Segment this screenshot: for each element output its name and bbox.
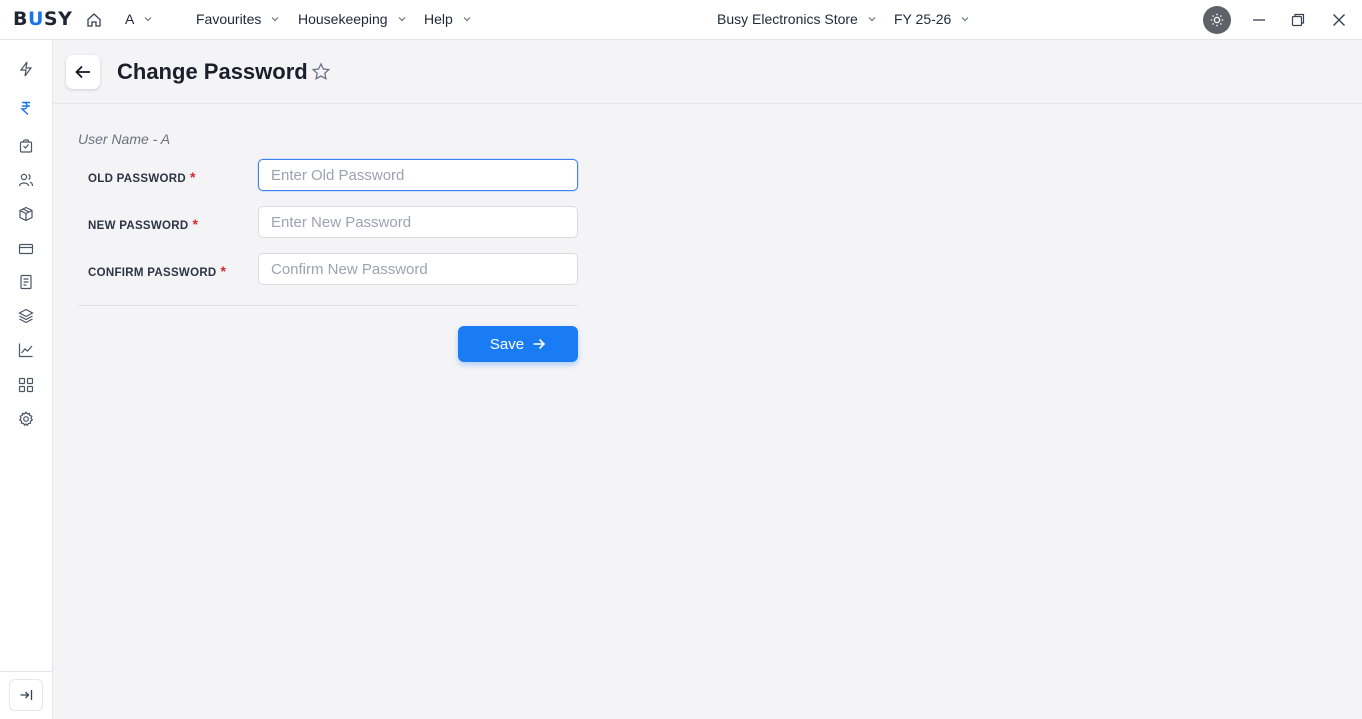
document-icon (20, 274, 32, 290)
chevron-down-icon (271, 17, 279, 22)
back-button[interactable] (66, 55, 100, 89)
chevron-down-icon (868, 17, 876, 22)
menu-help-label: Help (424, 11, 453, 27)
chevron-down-icon (144, 17, 152, 22)
chevron-down-icon (463, 17, 471, 22)
menu-help[interactable]: Help (424, 11, 471, 27)
page-header: Change Password (53, 40, 1362, 104)
shopping-bag-icon (19, 139, 33, 153)
favourite-star-icon[interactable] (311, 62, 331, 82)
company-name: Busy Electronics Store (717, 11, 858, 27)
page-title: Change Password (117, 59, 308, 84)
old-password-label: OLD PASSWORD * (88, 169, 196, 185)
save-button[interactable]: Save (458, 326, 578, 362)
user-name-label: User Name - A (78, 131, 171, 147)
menu-favourites-label: Favourites (196, 11, 262, 27)
user-menu[interactable]: A (125, 11, 152, 27)
card-icon (18, 243, 34, 255)
title-bar: BUSY A Favourites Housekeeping Help Busy… (0, 0, 1362, 40)
menu-housekeeping-label: Housekeeping (298, 11, 388, 27)
confirm-password-label: CONFIRM PASSWORD * (88, 263, 226, 279)
box-icon (19, 206, 33, 222)
arrow-left-icon (75, 65, 90, 79)
required-mark: * (192, 216, 199, 232)
menu-favourites[interactable]: Favourites (196, 11, 279, 27)
sidebar-item-accounts[interactable] (17, 99, 35, 117)
required-mark: * (189, 169, 196, 185)
expand-sidebar-icon (20, 690, 33, 700)
fiscal-year-selector[interactable]: FY 25-26 (894, 11, 969, 27)
users-icon (18, 173, 34, 187)
settings-icon (18, 411, 34, 427)
restore-icon (1291, 13, 1305, 27)
sidebar-collapse-button[interactable] (9, 679, 43, 711)
save-button-label: Save (489, 335, 525, 353)
chart-line-icon (18, 343, 33, 358)
confirm-password-input[interactable] (258, 253, 578, 285)
rupee-icon (20, 101, 30, 116)
sidebar-divider (0, 671, 53, 672)
sidebar-item-purchase[interactable] (17, 137, 35, 155)
sidebar-item-reports[interactable] (17, 273, 35, 291)
required-mark: * (220, 263, 227, 279)
menu-housekeeping[interactable]: Housekeeping (298, 11, 406, 27)
sidebar-item-quick-actions[interactable] (17, 60, 35, 78)
sidebar (0, 40, 53, 719)
sidebar-item-masters[interactable] (17, 307, 35, 325)
new-password-label-text: NEW PASSWORD (88, 220, 189, 232)
user-menu-label: A (125, 11, 135, 27)
sidebar-item-inventory[interactable] (17, 205, 35, 223)
close-button[interactable] (1329, 10, 1349, 30)
old-password-label-text: OLD PASSWORD (88, 173, 186, 185)
sidebar-item-payments[interactable] (17, 240, 35, 258)
restore-button[interactable] (1288, 10, 1308, 30)
close-icon (1333, 14, 1345, 26)
layers-icon (18, 308, 34, 324)
chevron-down-icon (398, 17, 405, 22)
bolt-icon (19, 61, 33, 77)
minimize-icon (1253, 19, 1265, 21)
busy-logo: BUSY (13, 8, 73, 30)
sidebar-item-settings[interactable] (17, 410, 35, 428)
sidebar-item-parties[interactable] (17, 171, 35, 189)
home-icon[interactable] (86, 12, 102, 28)
theme-toggle-button[interactable] (1203, 6, 1231, 34)
chevron-down-icon (961, 17, 969, 22)
sidebar-item-apps[interactable] (17, 376, 35, 394)
arrow-right-icon (533, 338, 546, 350)
confirm-password-label-text: CONFIRM PASSWORD (88, 267, 217, 279)
minimize-button[interactable] (1249, 10, 1269, 30)
grid-icon (18, 377, 34, 393)
fiscal-year-label: FY 25-26 (894, 11, 952, 27)
form-divider (78, 305, 578, 306)
company-selector[interactable]: Busy Electronics Store (717, 11, 876, 27)
new-password-label: NEW PASSWORD * (88, 216, 198, 232)
new-password-input[interactable] (258, 206, 578, 238)
sidebar-item-analytics[interactable] (17, 341, 35, 359)
sun-icon (1210, 13, 1224, 27)
old-password-input[interactable] (258, 159, 578, 191)
